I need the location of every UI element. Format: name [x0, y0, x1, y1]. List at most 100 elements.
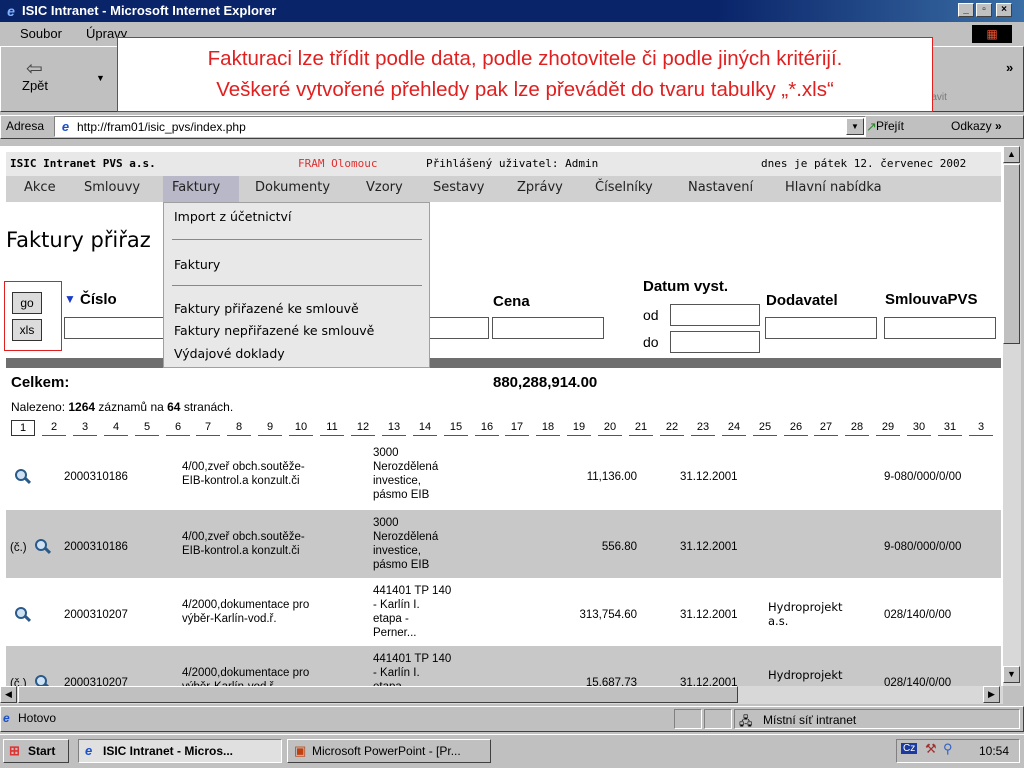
page-link[interactable]: 24: [722, 420, 746, 436]
maximize-button[interactable]: ▫: [976, 3, 992, 17]
links-button[interactable]: Odkazy »: [951, 119, 1002, 133]
address-input[interactable]: e http://fram01/isic_pvs/index.php: [54, 116, 866, 137]
page-link[interactable]: 17: [505, 420, 529, 436]
nav-zpravy[interactable]: Zprávy: [517, 180, 563, 195]
scroll-up-icon[interactable]: ▲: [1003, 146, 1020, 163]
page-link[interactable]: 4: [104, 420, 128, 436]
page-link[interactable]: 2: [42, 420, 66, 436]
page-link[interactable]: 1: [11, 420, 35, 436]
page-link[interactable]: 11: [320, 420, 344, 436]
page-link[interactable]: 21: [629, 420, 653, 436]
nav-dokumenty[interactable]: Dokumenty: [255, 180, 330, 195]
page-link[interactable]: 28: [845, 420, 869, 436]
nav-vzory[interactable]: Vzory: [366, 180, 403, 195]
menu-soubor[interactable]: Soubor: [20, 26, 62, 41]
cena-input[interactable]: [492, 317, 604, 339]
tray-search-icon[interactable]: ⚲: [943, 741, 953, 757]
tray-network-icon[interactable]: ⚒: [925, 741, 937, 757]
invoice-number[interactable]: 2000310207: [64, 609, 128, 621]
table-row[interactable]: (č.) 2000310186 4/00,zveř obch.soutěže- EI…: [6, 510, 1001, 578]
menu-import-ucetnictvi[interactable]: Import z účetnictví: [174, 209, 291, 224]
page-link[interactable]: 10: [289, 420, 313, 436]
page-link[interactable]: 31: [938, 420, 962, 436]
invoice-number[interactable]: 2000310186: [64, 541, 128, 553]
nav-ciselniky[interactable]: Číselníky: [595, 180, 653, 195]
language-indicator[interactable]: Cz: [901, 743, 918, 754]
page-link[interactable]: 12: [351, 420, 375, 436]
page-link[interactable]: 20: [598, 420, 622, 436]
scroll-thumb[interactable]: [1003, 164, 1020, 344]
page-link[interactable]: 9: [258, 420, 282, 436]
table-row[interactable]: 2000310186 4/00,zveř obch.soutěže- EIB-ko…: [6, 440, 1001, 508]
title-bar[interactable]: e ISIC Intranet - Microsoft Internet Exp…: [0, 0, 1024, 22]
menu-faktury-neprirazene[interactable]: Faktury nepřiřazené ke smlouvě: [174, 323, 374, 338]
invoice-number[interactable]: 2000310186: [64, 471, 128, 483]
address-dropdown-icon[interactable]: ▼: [846, 118, 864, 135]
page-link[interactable]: 15: [444, 420, 468, 436]
page-link[interactable]: 23: [691, 420, 715, 436]
column-datum-label[interactable]: Datum vyst.: [643, 278, 728, 295]
column-dodavatel-label[interactable]: Dodavatel: [766, 292, 838, 309]
dodavatel-input[interactable]: [765, 317, 877, 339]
page-link[interactable]: 26: [784, 420, 808, 436]
system-tray: Cz ⚒ ⚲ 10:54: [896, 739, 1020, 763]
close-button[interactable]: ×: [996, 3, 1012, 17]
page-link[interactable]: 14: [413, 420, 437, 436]
page-link[interactable]: 29: [876, 420, 900, 436]
minimize-button[interactable]: _: [958, 3, 974, 17]
magnifier-icon[interactable]: [12, 606, 32, 624]
go-button[interactable]: Přejít: [876, 119, 904, 133]
horizontal-scrollbar[interactable]: ◀ ▶: [0, 686, 1003, 704]
menu-vydajove-doklady[interactable]: Výdajové doklady: [174, 346, 285, 361]
page-link[interactable]: 5: [135, 420, 159, 436]
sort-arrow-icon[interactable]: ▼: [64, 292, 76, 306]
menu-faktury[interactable]: Faktury: [174, 257, 220, 272]
go-button-page[interactable]: go: [12, 292, 42, 314]
task-ie[interactable]: e ISIC Intranet - Micros...: [78, 739, 282, 763]
page-link[interactable]: 27: [814, 420, 838, 436]
page-link[interactable]: 30: [907, 420, 931, 436]
column-cislo-label[interactable]: Číslo: [80, 291, 117, 308]
nav-akce[interactable]: Akce: [24, 180, 56, 195]
datum-od-input[interactable]: [670, 304, 760, 326]
cislo-input[interactable]: [64, 317, 164, 339]
back-dropdown-icon[interactable]: ▼: [96, 73, 105, 83]
page-link[interactable]: 13: [382, 420, 406, 436]
scroll-down-icon[interactable]: ▼: [1003, 666, 1020, 683]
page-link[interactable]: 22: [660, 420, 684, 436]
page-link[interactable]: 3: [969, 420, 993, 436]
smlouva-input[interactable]: [884, 317, 996, 339]
scroll-left-icon[interactable]: ◀: [0, 686, 17, 703]
table-row[interactable]: (č.)20003102074/2000,dokumentace pro výb…: [6, 646, 1001, 696]
task-powerpoint[interactable]: ▣ Microsoft PowerPoint - [Pr...: [287, 739, 491, 763]
magnifier-icon[interactable]: [32, 538, 52, 556]
page-link[interactable]: 25: [753, 420, 777, 436]
page-link[interactable]: 3: [73, 420, 97, 436]
desc-input[interactable]: [429, 317, 489, 339]
page-link[interactable]: 16: [475, 420, 499, 436]
nav-hlavni-nabidka[interactable]: Hlavní nabídka: [785, 180, 882, 195]
page-link[interactable]: 8: [227, 420, 251, 436]
toolbar-chevron-icon[interactable]: »: [1006, 60, 1013, 75]
menu-faktury-prirazene[interactable]: Faktury přiřazené ke smlouvě: [174, 301, 359, 316]
nav-nastaveni[interactable]: Nastavení: [688, 180, 753, 195]
column-smlouva-label[interactable]: SmlouvaPVS: [885, 291, 978, 308]
back-button[interactable]: Zpět: [22, 78, 48, 93]
page-link[interactable]: 19: [567, 420, 591, 436]
xls-export-button[interactable]: xls: [12, 319, 42, 341]
nav-sestavy[interactable]: Sestavy: [433, 180, 484, 195]
hscroll-thumb[interactable]: [18, 686, 738, 703]
column-cena-label[interactable]: Cena: [493, 293, 530, 310]
nav-faktury[interactable]: Faktury: [163, 176, 239, 202]
scroll-right-icon[interactable]: ▶: [983, 686, 1000, 703]
table-row[interactable]: 2000310207 4/2000,dokumentace pro výběr-K…: [6, 578, 1001, 646]
page-link[interactable]: 7: [196, 420, 220, 436]
page-link[interactable]: 6: [166, 420, 190, 436]
status-pane: [674, 709, 702, 729]
magnifier-icon[interactable]: [12, 468, 32, 486]
datum-do-input[interactable]: [670, 331, 760, 353]
vertical-scrollbar[interactable]: ▲ ▼: [1003, 146, 1021, 686]
page-link[interactable]: 18: [536, 420, 560, 436]
nav-smlouvy[interactable]: Smlouvy: [84, 180, 140, 195]
start-button[interactable]: ⊞ Start: [3, 739, 69, 763]
